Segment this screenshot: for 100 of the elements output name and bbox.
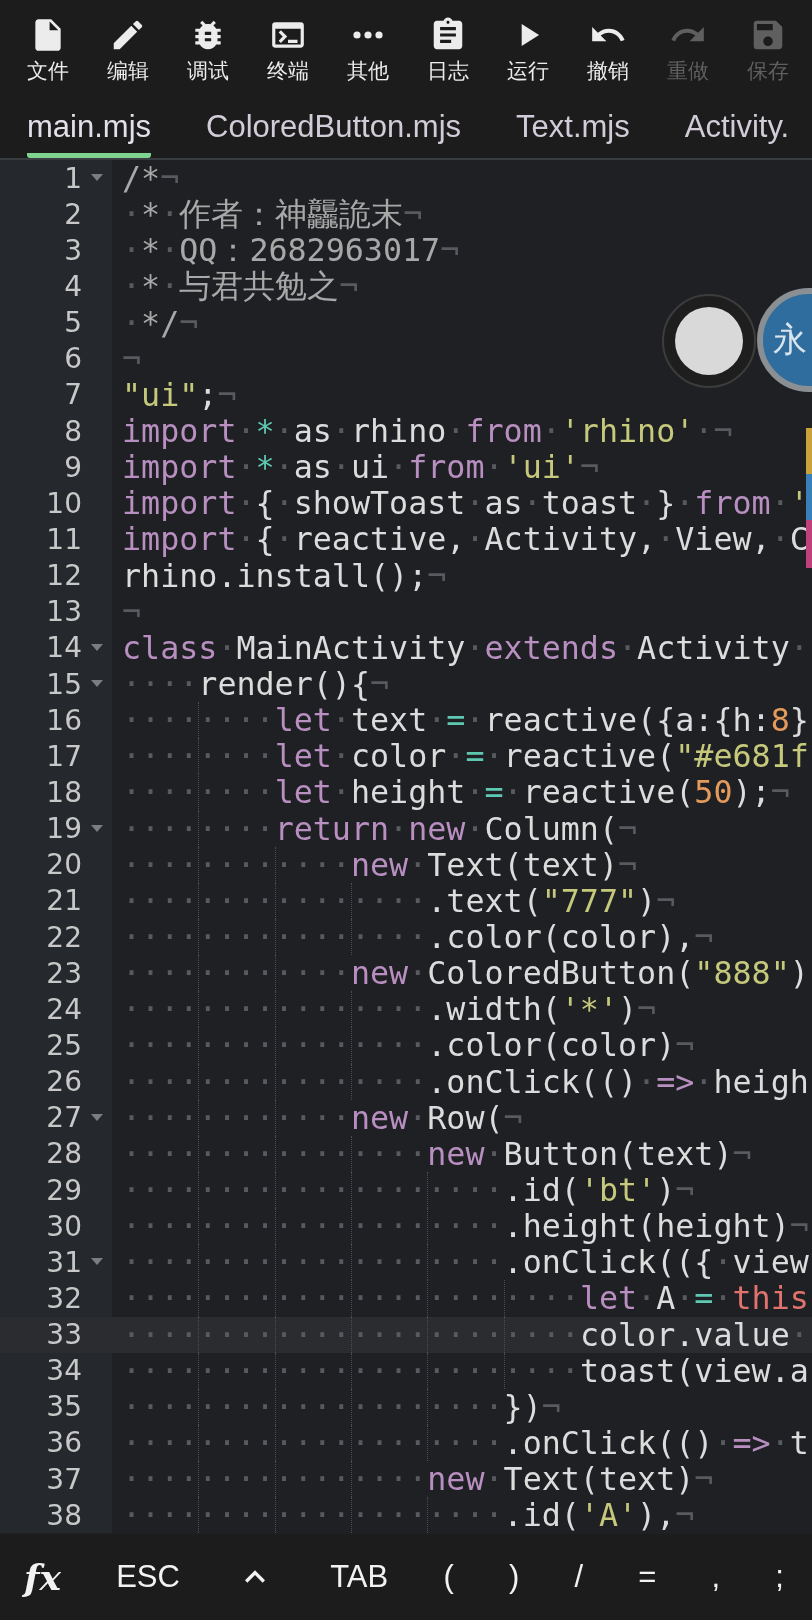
line-number: 17	[45, 739, 82, 773]
line-number: 26	[45, 1065, 82, 1099]
code-line: ¬	[122, 340, 142, 377]
code-line: ········let·text·=·reactive({a:{h:8}	[122, 702, 809, 739]
line-number: 21	[45, 884, 82, 918]
file-tab[interactable]: Activity.	[684, 100, 790, 158]
code-line: ················.color(color)¬	[122, 1027, 695, 1064]
code-line: rhino.install();¬	[122, 557, 447, 594]
code-line: ·*·QQ：2682963017¬	[122, 232, 460, 269]
code-line: import·{·showToast·as·toast·}·from·'	[122, 485, 809, 522]
code-line: ················.color(color),¬	[122, 918, 714, 956]
toolbar-button[interactable]: 终端	[250, 16, 326, 84]
fold-arrow-icon[interactable]	[91, 1258, 103, 1267]
line-number: 37	[45, 1462, 82, 1496]
line-number: 27	[45, 1101, 82, 1135]
code-line: ····················.onClick(()·=>·t	[122, 1424, 809, 1462]
line-number: 34	[45, 1354, 82, 1388]
file-tab[interactable]: Text.mjs	[516, 100, 630, 158]
symbol-key[interactable]: =	[634, 1559, 661, 1595]
code-line: ················.width('*')¬	[122, 991, 657, 1028]
symbol-key[interactable]: ;	[771, 1559, 788, 1595]
line-number: 20	[45, 848, 82, 882]
code-line: "ui";¬	[122, 376, 237, 413]
line-number: 3	[63, 233, 82, 267]
code-line: ····················.id('bt')¬	[122, 1171, 695, 1209]
line-number: 4	[63, 270, 82, 303]
fold-arrow-icon[interactable]	[91, 174, 103, 183]
code-line: ························toast(view.a	[122, 1352, 809, 1389]
line-number: 5	[63, 306, 82, 340]
code-line: import·{·reactive,·Activity,·View,·C	[122, 521, 809, 558]
line-number: 8	[63, 414, 82, 448]
code-line: ····················})¬	[122, 1388, 561, 1425]
symbol-key[interactable]: TAB	[326, 1559, 393, 1595]
symbol-key[interactable]: )	[504, 1559, 524, 1595]
line-number: 14	[45, 631, 82, 665]
toolbar-button[interactable]: 其他	[330, 16, 406, 84]
code-line: import·*·as·rhino·from·'rhino'·¬	[122, 413, 733, 450]
code-line: ························color.value·	[122, 1316, 809, 1353]
toolbar-button[interactable]: 撤销	[570, 16, 646, 84]
symbol-key[interactable]: /	[570, 1559, 587, 1595]
code-line: ············new·Text(text)¬	[122, 846, 638, 883]
line-number: 2	[63, 197, 82, 231]
line-number: 1	[63, 161, 82, 195]
code-line: ········let·height·=·reactive(50);¬	[122, 774, 790, 811]
code-line: ·*·作者：神龘詭末¬	[122, 196, 423, 233]
line-number: 23	[45, 956, 82, 990]
more-icon	[353, 31, 383, 39]
toolbar-button[interactable]: 日志	[410, 16, 486, 84]
toolbar-button[interactable]: 编辑	[90, 16, 166, 84]
symbol-key[interactable]: (	[439, 1559, 458, 1595]
line-number: 10	[45, 486, 82, 520]
code-line: /*¬	[122, 160, 180, 197]
line-number: 22	[45, 920, 82, 954]
line-number: 28	[45, 1137, 82, 1171]
code-line: ················new·Button(text)¬	[122, 1135, 752, 1172]
line-number: 6	[63, 342, 82, 376]
fold-arrow-icon[interactable]	[91, 824, 103, 833]
code-line: ················new·Text(text)¬	[122, 1461, 714, 1498]
line-number: 24	[45, 992, 82, 1026]
line-number: 30	[45, 1209, 82, 1243]
fold-arrow-icon[interactable]	[91, 1113, 103, 1122]
line-number: 29	[45, 1173, 82, 1207]
code-line: ········return·new·Column(¬	[122, 810, 638, 847]
line-number: 7	[63, 378, 82, 412]
line-number: 31	[45, 1245, 82, 1279]
line-number: 13	[45, 595, 82, 629]
line-number: 15	[45, 667, 82, 701]
line-number: 18	[45, 775, 82, 809]
fold-arrow-icon[interactable]	[91, 680, 103, 689]
code-line: ····render(){¬	[122, 665, 390, 703]
file-tab[interactable]: ColoredButton.mjs	[206, 100, 462, 158]
toolbar-button[interactable]: 文件	[10, 16, 86, 84]
line-number: 19	[45, 812, 82, 846]
function-key[interactable]: fx	[20, 1556, 65, 1598]
line-number: 33	[45, 1318, 82, 1352]
code-line: ····················.onClick(({·view	[122, 1244, 809, 1281]
code-line: ························let·A·=·this	[122, 1280, 809, 1317]
symbol-key[interactable]: ,	[707, 1559, 725, 1595]
line-number: 38	[45, 1498, 82, 1532]
line-number: 35	[45, 1390, 82, 1424]
code-line: ¬	[122, 593, 142, 630]
code-line: ·*·与君共勉之¬	[122, 268, 359, 305]
symbol-key[interactable]: ESC	[112, 1559, 184, 1595]
code-line: import·*·as·ui·from·'ui'¬	[122, 449, 599, 486]
code-line: ················.onClick(()·=>·heigh	[122, 1063, 809, 1100]
line-number: 32	[45, 1281, 82, 1315]
toolbar-button[interactable]: 调试	[170, 16, 246, 84]
line-number: 16	[45, 703, 82, 737]
line-number: 12	[45, 559, 82, 593]
code-line: class·MainActivity·extends·Activity·	[122, 629, 809, 666]
fold-arrow-icon[interactable]	[91, 643, 103, 652]
code-line: ············new·Row(¬	[122, 1099, 523, 1136]
toolbar-button[interactable]: 运行	[490, 16, 566, 84]
line-number: 36	[45, 1426, 82, 1460]
line-number: 11	[45, 522, 82, 556]
line-number: 9	[63, 450, 82, 484]
code-line: ····················.height(height)¬	[122, 1208, 809, 1245]
floating-badge[interactable]: 永	[757, 288, 812, 392]
code-line: ················.text("777")¬	[122, 882, 676, 919]
code-line: ········let·color·=·reactive("#e681f	[122, 738, 809, 775]
